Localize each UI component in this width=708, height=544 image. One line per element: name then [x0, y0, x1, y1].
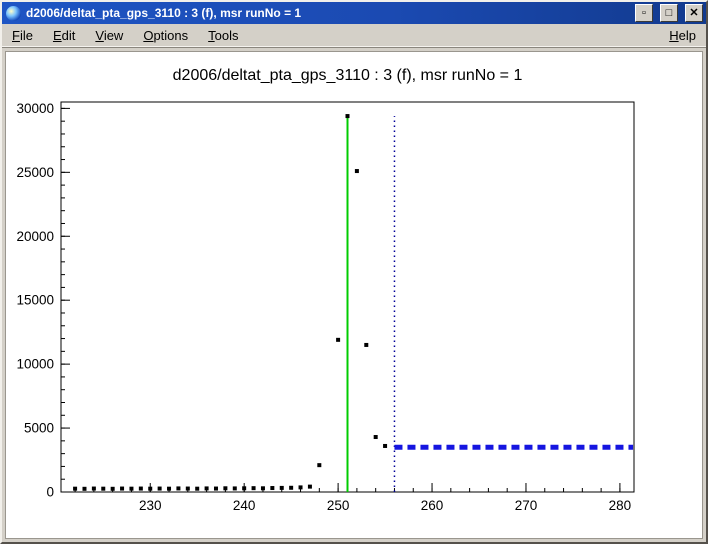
y-tick-label: 15000 [16, 293, 54, 308]
minimize-button[interactable]: ▫ [635, 4, 653, 22]
titlebar[interactable]: d2006/deltat_pta_gps_3110 : 3 (f), msr r… [2, 2, 706, 24]
data-point [205, 486, 209, 490]
menu-tools[interactable]: Tools [206, 26, 240, 45]
data-point [233, 486, 237, 490]
maximize-button[interactable]: □ [660, 4, 678, 22]
data-point [346, 114, 350, 118]
data-point [308, 485, 312, 489]
window-title: d2006/deltat_pta_gps_3110 : 3 (f), msr r… [26, 6, 628, 20]
data-point [364, 343, 368, 347]
y-tick-label: 20000 [16, 229, 54, 244]
app-icon [6, 6, 21, 21]
data-point [336, 338, 340, 342]
y-tick-label: 10000 [16, 357, 54, 372]
data-point [158, 487, 162, 491]
y-tick-label: 0 [46, 485, 54, 500]
x-tick-label: 260 [421, 498, 444, 513]
y-tick-label: 30000 [16, 101, 54, 116]
data-point [186, 487, 190, 491]
data-point [252, 486, 256, 490]
data-point [289, 486, 293, 490]
x-tick-label: 230 [139, 498, 162, 513]
data-point [101, 487, 105, 491]
canvas-frame: d2006/deltat_pta_gps_3110 : 3 (f), msr r… [2, 48, 706, 542]
data-point [242, 486, 246, 490]
app-window: d2006/deltat_pta_gps_3110 : 3 (f), msr r… [0, 0, 708, 544]
menu-help[interactable]: Help [667, 26, 698, 45]
data-point [374, 435, 378, 439]
data-point [139, 487, 143, 491]
x-tick-label: 240 [233, 498, 256, 513]
menu-view[interactable]: View [93, 26, 125, 45]
data-point [270, 486, 274, 490]
data-point [214, 487, 218, 491]
data-point [299, 485, 303, 489]
y-tick-label: 25000 [16, 165, 54, 180]
data-point [167, 487, 171, 491]
data-point [82, 487, 86, 491]
data-point [317, 463, 321, 467]
menubar: File Edit View Options Tools Help [2, 24, 706, 48]
data-point [383, 444, 387, 448]
x-tick-label: 280 [609, 498, 632, 513]
plot-svg: d2006/deltat_pta_gps_3110 : 3 (f), msr r… [6, 52, 702, 538]
plot-title: d2006/deltat_pta_gps_3110 : 3 (f), msr r… [173, 67, 523, 84]
data-point [223, 486, 227, 490]
menu-edit[interactable]: Edit [51, 26, 77, 45]
data-point [280, 486, 284, 490]
menu-options[interactable]: Options [141, 26, 190, 45]
data-point [355, 169, 359, 173]
data-point [111, 487, 115, 491]
y-tick-label: 5000 [24, 421, 54, 436]
menu-file[interactable]: File [10, 26, 35, 45]
data-point [129, 487, 133, 491]
root-canvas[interactable]: d2006/deltat_pta_gps_3110 : 3 (f), msr r… [5, 51, 703, 539]
data-point [92, 487, 96, 491]
close-button[interactable]: ✕ [685, 4, 703, 22]
data-point [195, 487, 199, 491]
data-point [120, 487, 124, 491]
x-tick-label: 270 [515, 498, 538, 513]
x-tick-label: 250 [327, 498, 350, 513]
data-point [261, 486, 265, 490]
data-point [176, 486, 180, 490]
data-point [148, 487, 152, 491]
data-point [73, 487, 77, 491]
